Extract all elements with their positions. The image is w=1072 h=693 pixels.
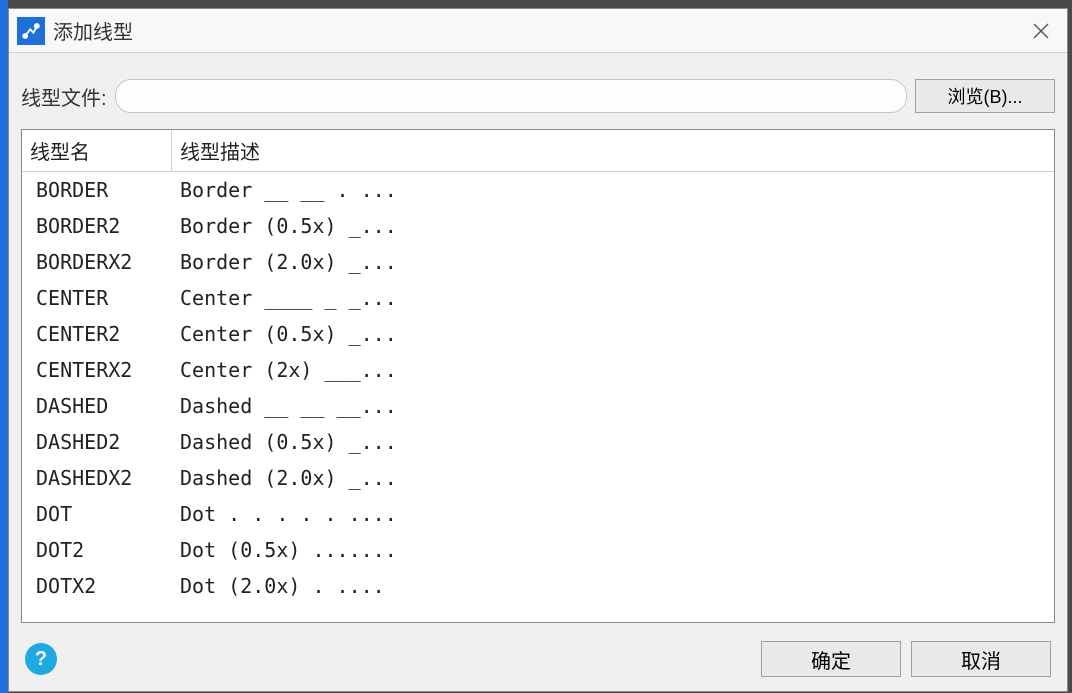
- linetype-name: DASHEDX2: [22, 464, 172, 492]
- titlebar: 添加线型: [9, 9, 1067, 53]
- dialog-body: 线型文件: 浏览(B)... 线型名 线型描述 BORDERBorder __ …: [9, 53, 1067, 691]
- linetype-name: CENTER: [22, 284, 172, 312]
- linetype-desc: Center (0.5x) _...: [172, 320, 1054, 348]
- linetype-desc: Dashed (2.0x) _...: [172, 464, 1054, 492]
- ok-button[interactable]: 确定: [761, 641, 901, 677]
- linetype-desc: Dashed (0.5x) _...: [172, 428, 1054, 456]
- linetype-name: DASHED: [22, 392, 172, 420]
- cancel-button[interactable]: 取消: [911, 641, 1051, 677]
- list-item[interactable]: DASHEDX2Dashed (2.0x) _...: [22, 460, 1054, 496]
- file-label: 线型文件:: [21, 82, 107, 111]
- linetype-desc: Center (2x) ___...: [172, 356, 1054, 384]
- linetype-name: DOTX2: [22, 572, 172, 600]
- linetype-name: CENTER2: [22, 320, 172, 348]
- linetype-list: 线型名 线型描述 BORDERBorder __ __ . ...BORDER2…: [21, 129, 1055, 623]
- list-body[interactable]: BORDERBorder __ __ . ...BORDER2Border (0…: [22, 172, 1054, 622]
- list-item[interactable]: BORDERBorder __ __ . ...: [22, 172, 1054, 208]
- linetype-desc: Dashed __ __ __...: [172, 392, 1054, 420]
- list-header: 线型名 线型描述: [22, 130, 1054, 172]
- close-button[interactable]: [1021, 13, 1061, 49]
- browse-button[interactable]: 浏览(B)...: [915, 79, 1055, 113]
- file-row: 线型文件: 浏览(B)...: [21, 69, 1055, 117]
- linetype-desc: Dot (2.0x) . ....: [172, 572, 1054, 600]
- linetype-name: DASHED2: [22, 428, 172, 456]
- list-item[interactable]: CENTERX2Center (2x) ___...: [22, 352, 1054, 388]
- dialog-window: 添加线型 线型文件: 浏览(B)... 线型名 线型描述 BORDERBorde…: [8, 8, 1068, 692]
- linetype-desc: Border __ __ . ...: [172, 176, 1054, 204]
- linetype-desc: Dot (0.5x) .......: [172, 536, 1054, 564]
- list-item[interactable]: DOTX2Dot (2.0x) . ....: [22, 568, 1054, 604]
- linetype-name: BORDER2: [22, 212, 172, 240]
- linetype-name: DOT2: [22, 536, 172, 564]
- linetype-name: BORDERX2: [22, 248, 172, 276]
- window-title: 添加线型: [53, 16, 1021, 45]
- list-item[interactable]: DOTDot . . . . . ....: [22, 496, 1054, 532]
- linetype-name: CENTERX2: [22, 356, 172, 384]
- list-item[interactable]: DASHED2Dashed (0.5x) _...: [22, 424, 1054, 460]
- list-item[interactable]: BORDERX2Border (2.0x) _...: [22, 244, 1054, 280]
- help-button[interactable]: ?: [25, 643, 57, 675]
- column-header-desc[interactable]: 线型描述: [172, 130, 1054, 171]
- linetype-desc: Border (0.5x) _...: [172, 212, 1054, 240]
- list-item[interactable]: DASHEDDashed __ __ __...: [22, 388, 1054, 424]
- linetype-name: DOT: [22, 500, 172, 528]
- linetype-desc: Dot . . . . . ....: [172, 500, 1054, 528]
- list-item[interactable]: CENTER2Center (0.5x) _...: [22, 316, 1054, 352]
- list-item[interactable]: CENTERCenter ____ _ _...: [22, 280, 1054, 316]
- list-item[interactable]: DOT2Dot (0.5x) .......: [22, 532, 1054, 568]
- linetype-desc: Border (2.0x) _...: [172, 248, 1054, 276]
- list-item[interactable]: BORDER2Border (0.5x) _...: [22, 208, 1054, 244]
- linetype-name: BORDER: [22, 176, 172, 204]
- left-accent-bar: [0, 0, 8, 693]
- app-icon: [17, 17, 45, 45]
- linetype-desc: Center ____ _ _...: [172, 284, 1054, 312]
- file-path-input[interactable]: [115, 79, 907, 113]
- column-header-name[interactable]: 线型名: [22, 130, 172, 171]
- dialog-footer: ? 确定 取消: [21, 635, 1055, 681]
